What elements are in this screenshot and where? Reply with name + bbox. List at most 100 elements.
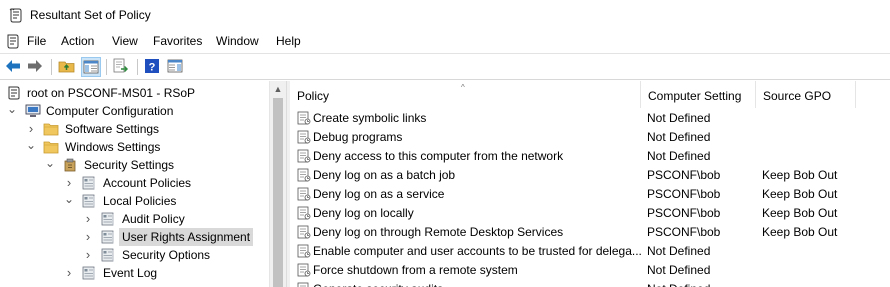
policy-setting-icon [297,244,311,258]
window-title: Resultant Set of Policy [30,8,151,22]
policy-row[interactable]: Deny log on locally PSCONF\bob Keep Bob Ou… [290,204,890,223]
collapse-chevron-icon[interactable]: ⌄ [26,138,36,156]
computer-setting-value: Not Defined [647,149,711,163]
tree-node[interactable]: › Account Policies [0,174,268,192]
forward-button[interactable] [26,57,46,77]
tree-node[interactable]: › Audit Policy [0,210,268,228]
show-hide-console-tree-button[interactable] [81,57,101,77]
tree-node[interactable]: root on PSCONF-MS01 - RSoP [0,84,268,102]
show-hide-action-pane-button[interactable] [166,57,186,77]
tree-node-label: Software Settings [65,122,160,136]
tree-node[interactable]: › Security Options [0,246,268,264]
scrollbar-thumb[interactable] [273,98,283,287]
action-pane-icon [167,59,183,73]
menu-window[interactable]: Window [216,34,259,48]
policy-setting-icon [297,149,311,163]
computer-setting-value: PSCONF\bob [647,206,721,220]
tree-node-label: Computer Configuration [46,104,174,118]
scroll-up-arrow-icon[interactable]: ▲ [270,81,286,97]
policy-setting-icon [297,111,311,125]
policy-setting-icon [297,263,311,277]
policy-name: Create symbolic links [313,111,427,125]
menu-action[interactable]: Action [61,34,94,48]
list-header: Policy ^ Computer Setting Source GPO [290,81,890,108]
folder-icon [43,140,59,154]
policy-row[interactable]: Deny log on through Remote Desktop Servi… [290,223,890,242]
source-gpo-value: Keep Bob Out [762,168,838,182]
expand-chevron-icon[interactable]: › [83,228,93,246]
tree-scrollbar[interactable]: ▲ [269,81,286,287]
menu-bar: File Action View Favorites Window Help [0,30,890,52]
tree-node-label: root on PSCONF-MS01 - RSoP [27,86,196,100]
policy-row[interactable]: Deny access to this computer from the ne… [290,147,890,166]
computer-icon [25,104,41,118]
expand-chevron-icon[interactable]: › [64,174,74,192]
up-one-level-button[interactable] [58,57,78,77]
policy-book-icon [81,266,97,280]
menu-file[interactable]: File [27,34,46,48]
tree-node-label: Account Policies [103,176,192,190]
computer-setting-value: Not Defined [647,263,711,277]
policy-row[interactable]: Generate security audits Not Defined [290,280,890,287]
system-menu-icon[interactable] [5,33,21,49]
policy-row[interactable]: Deny log on as a batch job PSCONF\bob Keep… [290,166,890,185]
policy-list: Policy ^ Computer Setting Source GPO Cre… [290,81,890,287]
folder-icon [43,122,59,136]
policy-row[interactable]: Debug programs Not Defined [290,128,890,147]
computer-setting-value: PSCONF\bob [647,168,721,182]
menu-help[interactable]: Help [276,34,301,48]
tree-node[interactable]: ⌄ Windows Settings [0,138,268,156]
expand-chevron-icon[interactable]: › [64,264,74,282]
policy-book-icon [100,212,116,226]
title-bar: Resultant Set of Policy [0,0,890,30]
expand-chevron-icon[interactable]: › [83,246,93,264]
collapse-chevron-icon[interactable]: ⌄ [64,192,74,210]
tree-node[interactable]: › User Rights Assignment [0,228,268,246]
tree-node[interactable]: › Event Log [0,264,268,282]
export-list-button[interactable] [112,57,132,77]
tree-node[interactable]: ⌄ Computer Configuration [0,102,268,120]
column-header-source-gpo[interactable]: Source GPO [756,81,856,108]
policy-name: Deny log on locally [313,206,414,220]
column-header-policy-label: Policy [297,89,330,103]
policy-setting-icon [297,225,311,239]
policy-name: Debug programs [313,130,403,144]
policy-row[interactable]: Enable computer and user accounts to be … [290,242,890,261]
tree-node[interactable]: › Software Settings [0,120,268,138]
source-gpo-value: Keep Bob Out [762,206,838,220]
toolbar-separator [137,59,138,75]
export-list-icon [113,58,129,73]
tree-node-label: Windows Settings [65,140,161,154]
tree-node[interactable]: ⌄ Local Policies [0,192,268,210]
policy-row[interactable]: Create symbolic links Not Defined [290,109,890,128]
policy-setting-icon [297,206,311,220]
computer-setting-value: Not Defined [647,111,711,125]
toolbar: ? [0,53,890,80]
policy-name: Deny log on as a batch job [313,168,456,182]
help-button[interactable]: ? [143,57,163,77]
source-gpo-value: Keep Bob Out [762,225,838,239]
policy-book-icon [100,230,116,244]
policy-book-icon [100,248,116,262]
tree-node-label: Security Options [122,248,211,262]
column-header-computer-setting[interactable]: Computer Setting [641,81,756,108]
tree-node-label: User Rights Assignment [119,228,254,246]
policy-row[interactable]: Force shutdown from a remote system Not D… [290,261,890,280]
tree-node-label: Audit Policy [122,212,185,226]
security-settings-icon [62,158,78,172]
rsop-root-icon [6,86,22,100]
expand-chevron-icon[interactable]: › [26,120,36,138]
collapse-chevron-icon[interactable]: ⌄ [45,156,55,174]
tree-node[interactable]: ⌄ Security Settings [0,156,268,174]
menu-favorites[interactable]: Favorites [153,34,202,48]
console-tree-icon [83,60,99,74]
policy-book-icon [81,176,97,190]
collapse-chevron-icon[interactable]: ⌄ [7,102,17,120]
computer-setting-value: Not Defined [647,282,710,287]
menu-view[interactable]: View [112,34,138,48]
expand-chevron-icon[interactable]: › [83,210,93,228]
policy-name: Enable computer and user accounts to be … [313,244,642,258]
back-button[interactable] [4,57,24,77]
column-header-policy[interactable]: Policy [290,81,641,108]
policy-row[interactable]: Deny log on as a service PSCONF\bob Keep B… [290,185,890,204]
